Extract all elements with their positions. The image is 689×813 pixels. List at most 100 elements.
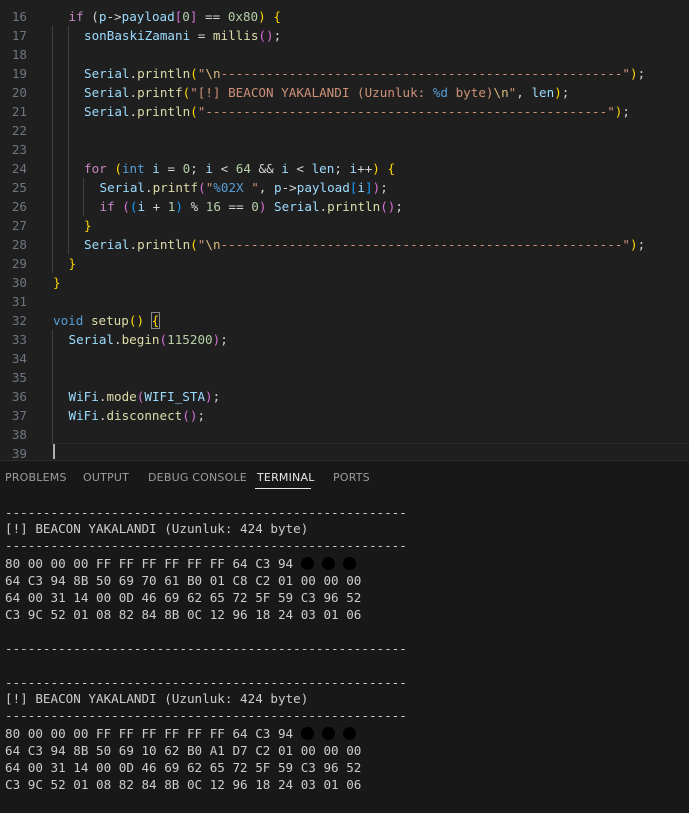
bottom-panel: PROBLEMS OUTPUT DEBUG CONSOLE TERMINAL P… [0, 461, 689, 813]
indent-guide [68, 102, 69, 121]
indent-guide [68, 178, 69, 197]
indent-guide [52, 121, 53, 140]
indent-guide [52, 349, 53, 368]
code-line[interactable]: 20 Serial.printf("[!] BEACON YAKALANDI (U… [0, 83, 689, 102]
code-line[interactable]: 32 void setup() { [0, 311, 689, 330]
tab-output[interactable]: OUTPUT [83, 471, 129, 484]
line-number: 30 [11, 275, 27, 290]
indent-guide [52, 235, 53, 254]
indent-guide [52, 83, 53, 102]
tab-problems[interactable]: PROBLEMS [5, 471, 67, 484]
indent-guide [52, 197, 53, 216]
indent-guide [68, 83, 69, 102]
code-line[interactable]: 30} [0, 273, 689, 292]
terminal-beacon-title: [!] BEACON YAKALANDI (Uzunluk: 424 byte) [5, 691, 309, 706]
code-line[interactable]: 17 sonBaskiZamani = millis(); [0, 26, 689, 45]
redaction-dot [342, 727, 356, 740]
indent-guide [52, 425, 53, 444]
indent-guide [52, 406, 53, 425]
code-text: Serial.begin(115200); [68, 332, 228, 347]
line-number: 32 [11, 313, 27, 328]
terminal-beacon-title: [!] BEACON YAKALANDI (Uzunluk: 424 byte) [5, 521, 309, 536]
terminal-separator: ----------------------------------------… [5, 708, 407, 723]
indent-guide [52, 216, 53, 235]
code-line[interactable]: 36 WiFi.mode(WIFI_STA); [0, 387, 689, 406]
line-number: 20 [11, 85, 27, 100]
indent-guide [52, 254, 53, 273]
line-number: 21 [11, 104, 27, 119]
terminal-hex-row: 80 00 00 00 FF FF FF FF FF FF 64 C3 94 [5, 725, 364, 742]
code-line[interactable]: 24 for (int i = 0; i < 64 && i < len; i++… [0, 159, 689, 178]
indent-guide [68, 64, 69, 83]
line-number: 23 [11, 142, 27, 157]
line-number: 16 [11, 9, 27, 24]
code-line[interactable]: 28 Serial.println("\n--------------------… [0, 235, 689, 254]
code-line[interactable]: 18 [0, 45, 689, 64]
code-line[interactable]: 31 [0, 292, 689, 311]
indent-guide [52, 64, 53, 83]
code-line[interactable]: 22 [0, 121, 689, 140]
redaction-dot [300, 557, 314, 570]
code-text: WiFi.disconnect(); [68, 408, 206, 423]
indent-guide [52, 387, 53, 406]
terminal-hex-row: C3 9C 52 01 08 82 84 8B 0C 12 96 18 24 0… [5, 607, 362, 622]
code-editor[interactable]: 16 if (p->payload[0] == 0x80) { 17 sonBaski… [0, 0, 689, 463]
code-line[interactable]: 21 Serial.println("----------------------… [0, 102, 689, 121]
code-text: Serial.println("\n----------------------… [84, 66, 646, 81]
tab-ports[interactable]: PORTS [333, 471, 370, 484]
indent-guide [68, 26, 69, 45]
indent-guide [83, 197, 84, 216]
line-number: 24 [11, 161, 27, 176]
code-line[interactable]: 37 WiFi.disconnect(); [0, 406, 689, 425]
code-text: if (p->payload[0] == 0x80) { [68, 9, 281, 24]
line-number: 33 [11, 332, 27, 347]
code-line[interactable]: 27} [0, 216, 689, 235]
code-text: WiFi.mode(WIFI_STA); [68, 389, 221, 404]
code-line[interactable]: 35 [0, 368, 689, 387]
code-line[interactable]: 34 [0, 349, 689, 368]
tab-terminal[interactable]: TERMINAL [257, 471, 315, 484]
code-line[interactable]: 33 Serial.begin(115200); [0, 330, 689, 349]
line-number: 34 [11, 351, 27, 366]
indent-guide [68, 45, 69, 64]
terminal-hex-text: 80 00 00 00 FF FF FF FF FF FF 64 C3 94 [5, 726, 301, 741]
code-text: Serial.printf("[!] BEACON YAKALANDI (Uzu… [84, 85, 570, 100]
line-number: 29 [11, 256, 27, 271]
line-number: 28 [11, 237, 27, 252]
indent-guide [52, 140, 53, 159]
code-text: sonBaskiZamani = millis(); [84, 28, 282, 43]
indent-guide [68, 159, 69, 178]
line-number: 22 [11, 123, 27, 138]
redaction-dot [321, 727, 335, 740]
indent-guide [52, 178, 53, 197]
panel-tabs: PROBLEMS OUTPUT DEBUG CONSOLE TERMINAL P… [0, 461, 689, 495]
code-text: Serial.println("------------------------… [84, 104, 630, 119]
indent-guide [68, 197, 69, 216]
indent-guide [52, 26, 53, 45]
code-text: Serial.printf("%02X ", p->payload[i]); [99, 180, 388, 195]
code-line[interactable]: 19 Serial.println("\n--------------------… [0, 64, 689, 83]
code-text: Serial.println("\n----------------------… [84, 237, 646, 252]
line-number: 37 [11, 408, 27, 423]
line-number: 36 [11, 389, 27, 404]
tab-debug-console[interactable]: DEBUG CONSOLE [148, 471, 247, 484]
terminal-hex-row: 64 C3 94 8B 50 69 10 62 B0 A1 D7 C2 01 0… [5, 743, 362, 758]
code-line[interactable]: 26 if ((i + 1) % 16 == 0) Serial.println(… [0, 197, 689, 216]
code-text: } [84, 218, 92, 233]
code-text: for (int i = 0; i < 64 && i < len; i++) … [84, 161, 396, 176]
code-line[interactable]: 25 Serial.printf("%02X ", p->payload[i]); [0, 178, 689, 197]
code-line[interactable]: 16 if (p->payload[0] == 0x80) { [0, 7, 689, 26]
terminal-separator: ----------------------------------------… [5, 641, 407, 656]
indent-guide [52, 45, 53, 64]
indent-guide [68, 216, 69, 235]
code-line[interactable]: 23 [0, 140, 689, 159]
line-number: 27 [11, 218, 27, 233]
indent-guide [83, 178, 84, 197]
code-text: if ((i + 1) % 16 == 0) Serial.println(); [99, 199, 403, 214]
code-text: void setup() { [53, 312, 161, 329]
redaction-dot [321, 557, 335, 570]
code-line[interactable]: 29} [0, 254, 689, 273]
code-line[interactable]: 38 [0, 425, 689, 444]
indent-guide [52, 159, 53, 178]
terminal-hex-row: 64 00 31 14 00 0D 46 69 62 65 72 5F 59 C… [5, 590, 362, 605]
